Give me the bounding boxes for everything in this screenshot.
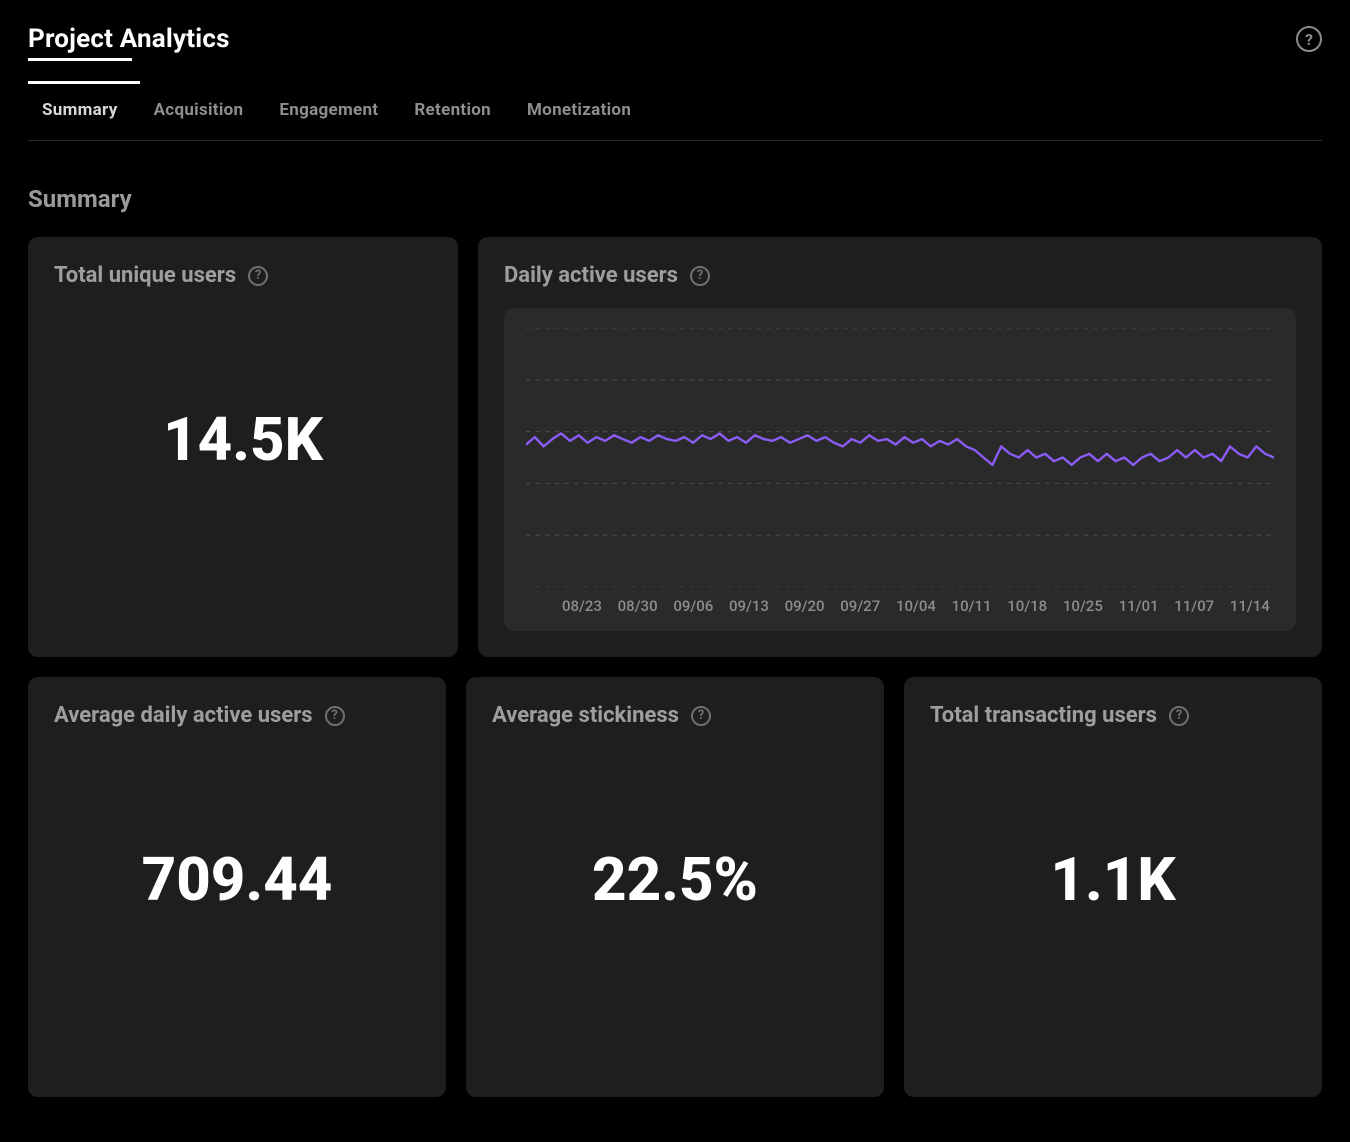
card-title: Daily active users: [504, 263, 678, 288]
chart-x-axis: 08/23 08/30 09/06 09/13 09/20 09/27 10/04 10/11…: [526, 587, 1274, 615]
x-tick: 09/13: [729, 597, 769, 615]
dau-chart: 08/23 08/30 09/06 09/13 09/20 09/27 10/04 10/11…: [504, 308, 1296, 631]
card-total-transacting: Total transacting users ? 1.1K: [904, 677, 1322, 1097]
page-title: Project Analytics: [28, 24, 230, 54]
info-icon[interactable]: ?: [1169, 706, 1189, 726]
tab-retention[interactable]: Retention: [414, 82, 491, 140]
metric-value: 22.5%: [492, 738, 858, 1071]
info-icon[interactable]: ?: [325, 706, 345, 726]
tabs: Summary Acquisition Engagement Retention…: [28, 82, 1322, 141]
metric-value: 709.44: [54, 738, 420, 1071]
card-avg-dau: Average daily active users ? 709.44: [28, 677, 446, 1097]
x-tick: 08/23: [562, 597, 602, 615]
tab-summary[interactable]: Summary: [42, 82, 118, 140]
tab-monetization[interactable]: Monetization: [527, 82, 631, 140]
card-title: Average daily active users: [54, 703, 313, 728]
x-tick: 11/01: [1119, 597, 1159, 615]
x-tick: 10/25: [1063, 597, 1103, 615]
help-icon[interactable]: ?: [1296, 26, 1322, 52]
card-total-unique-users: Total unique users ? 14.5K: [28, 237, 458, 657]
card-daily-active-users: Daily active users ? 08/23 08/30 09/06 09/1…: [478, 237, 1322, 657]
x-tick: 08/30: [618, 597, 658, 615]
x-tick: 09/20: [785, 597, 825, 615]
card-title: Total unique users: [54, 263, 236, 288]
tab-engagement[interactable]: Engagement: [279, 82, 378, 140]
section-title: Summary: [28, 185, 1322, 213]
x-tick: 10/11: [952, 597, 992, 615]
card-title: Total transacting users: [930, 703, 1157, 728]
x-tick: 10/04: [896, 597, 936, 615]
tab-acquisition[interactable]: Acquisition: [154, 82, 244, 140]
x-tick: 11/07: [1174, 597, 1214, 615]
metric-value: 1.1K: [930, 738, 1296, 1071]
metric-value: 14.5K: [54, 298, 432, 631]
x-tick: 09/27: [840, 597, 880, 615]
dau-line-chart: [526, 328, 1274, 587]
x-tick: 10/18: [1007, 597, 1047, 615]
x-tick: 09/06: [673, 597, 713, 615]
card-avg-stickiness: Average stickiness ? 22.5%: [466, 677, 884, 1097]
x-tick: 11/14: [1230, 597, 1270, 615]
info-icon[interactable]: ?: [691, 706, 711, 726]
info-icon[interactable]: ?: [690, 266, 710, 286]
card-title: Average stickiness: [492, 703, 679, 728]
info-icon[interactable]: ?: [248, 266, 268, 286]
